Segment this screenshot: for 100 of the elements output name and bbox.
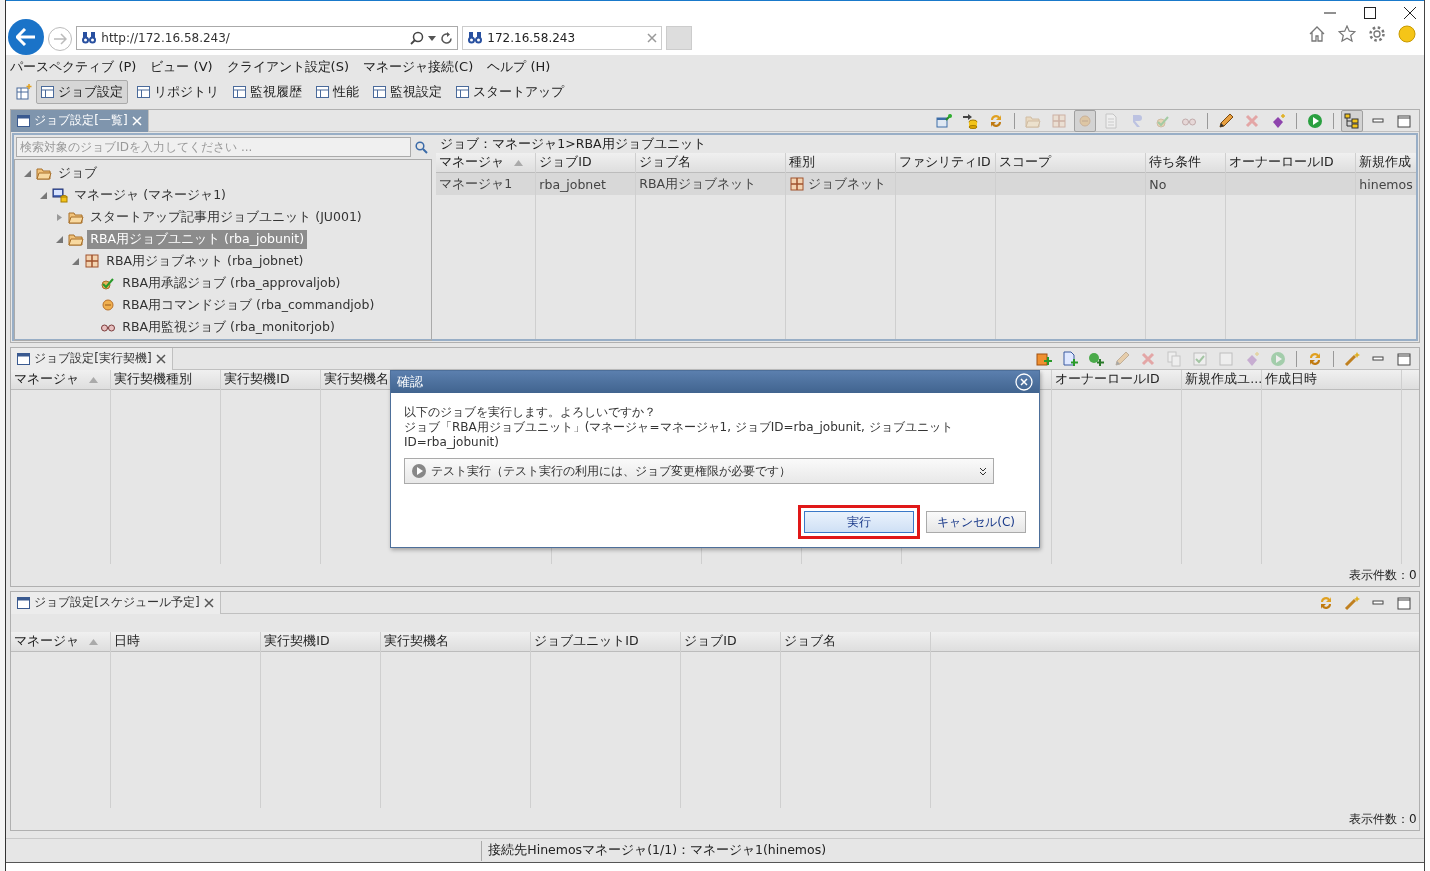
perspective-button[interactable]: スタートアップ <box>451 80 570 104</box>
database-arrow-icon[interactable] <box>961 112 978 129</box>
plus-square-icon[interactable] <box>1035 350 1052 367</box>
tree-item[interactable]: マネージャ (マネージャ1) <box>71 185 229 205</box>
menu-item[interactable]: パースペクティブ (P) <box>10 58 137 74</box>
item-count: 表示件数：0 <box>1349 810 1417 828</box>
grid-icon <box>84 253 101 269</box>
column-header[interactable]: ジョブ名 <box>636 153 786 173</box>
circle-icon <box>100 297 117 313</box>
column-header[interactable]: 新規作成ユ... <box>1182 370 1262 390</box>
column-header[interactable]: スコープ <box>996 153 1146 173</box>
collapse-icon[interactable] <box>71 257 79 265</box>
page-plus-icon[interactable] <box>1061 350 1078 367</box>
browser-tab[interactable]: 172.16.58.243 <box>462 26 663 50</box>
table-icon <box>233 86 247 98</box>
folder-icon <box>36 165 53 181</box>
view-tab[interactable]: ジョブ設定[実行契機] <box>11 347 173 370</box>
wand-icon[interactable] <box>1343 594 1360 611</box>
column-header[interactable]: 実行契機名 <box>381 632 531 652</box>
table-cell: hinemos <box>1356 173 1416 195</box>
grid-icon <box>789 176 806 192</box>
column-header[interactable]: マネージャ <box>11 632 111 652</box>
collapse-icon[interactable] <box>39 191 47 199</box>
forward-button[interactable] <box>48 27 73 51</box>
perspective-button[interactable]: 監視履歴 <box>228 80 308 104</box>
perspective-button[interactable]: リポジトリ <box>132 80 225 104</box>
back-button[interactable] <box>8 19 45 55</box>
expand-icon[interactable] <box>55 213 63 221</box>
menu-item[interactable]: マネージャ接続(C) <box>363 58 474 74</box>
double-caret-icon <box>979 466 987 476</box>
close-icon[interactable] <box>155 353 166 364</box>
status-text: 接続先Hinemosマネージャ(1/1)：マネージャ1(hinemos) <box>487 842 827 859</box>
back-arrow-icon <box>16 28 37 46</box>
star-icon[interactable] <box>1337 25 1356 43</box>
plus-circle-icon[interactable] <box>1087 350 1104 367</box>
column-header[interactable]: 実行契機ID <box>221 370 321 390</box>
column-header[interactable]: 新規作成 <box>1356 153 1416 173</box>
tree-item[interactable]: スタートアップ記事用ジョブユニット (JU001) <box>87 207 365 227</box>
tree-item[interactable]: RBA用監視ジョブ (rba_monitorjob) <box>119 317 338 337</box>
tree-item[interactable]: RBA用承認ジョブ (rba_approvaljob) <box>119 273 344 293</box>
tree-item[interactable]: ジョブ <box>55 163 101 183</box>
dialog-title: 確認 <box>397 373 424 391</box>
emoji-icon[interactable] <box>1397 25 1416 43</box>
column-header[interactable]: 待ち条件 <box>1146 153 1226 173</box>
menu-item[interactable]: ビュー (V) <box>150 58 213 74</box>
table-icon <box>316 86 330 98</box>
perspective-button[interactable]: 監視設定 <box>368 80 448 104</box>
column-header[interactable]: ジョブID <box>536 153 636 173</box>
perspective-button[interactable]: 性能 <box>311 80 365 104</box>
column-header[interactable]: ジョブID <box>681 632 781 652</box>
folder-icon <box>68 209 85 225</box>
server-icon <box>52 187 69 203</box>
collapse-icon[interactable] <box>55 235 63 243</box>
new-tab-button[interactable] <box>666 26 693 50</box>
mode-dropdown[interactable]: テスト実行（テスト実行の利用には、ジョブ変更権限が必要です） <box>404 458 994 484</box>
cell-text: ジョブネット <box>808 175 887 193</box>
column-header[interactable]: 実行契機ID <box>261 632 381 652</box>
column-header[interactable]: ジョブユニットID <box>531 632 681 652</box>
caret-icon[interactable] <box>428 35 437 41</box>
forward-arrow-icon <box>53 33 68 45</box>
play-icon[interactable] <box>1306 112 1323 129</box>
search-field[interactable]: 検索対象のジョブIDを入力してください ... <box>16 137 412 157</box>
binoculars-icon <box>81 30 98 46</box>
open-perspective-icon[interactable] <box>16 84 33 100</box>
column-header[interactable]: マネージャ <box>436 153 536 173</box>
column-header[interactable]: オーナーロールID <box>1226 153 1356 173</box>
wand-icon[interactable] <box>1343 350 1360 367</box>
close-icon[interactable] <box>203 597 214 608</box>
column-header[interactable]: 種別 <box>786 153 896 173</box>
cancel-button[interactable]: キャンセル(C) <box>926 511 1026 533</box>
column-header[interactable]: ジョブ名 <box>781 632 931 652</box>
menu-item[interactable]: クライアント設定(S) <box>226 58 349 74</box>
run-button[interactable]: 実行 <box>804 511 915 533</box>
column-header[interactable]: 実行契機種別 <box>111 370 221 390</box>
maximize-icon[interactable] <box>1363 7 1376 19</box>
column-header[interactable]: 日時 <box>111 632 261 652</box>
binoculars-icon <box>467 30 484 46</box>
column-header[interactable]: オーナーロールID <box>1052 370 1182 390</box>
search-icon[interactable] <box>415 140 429 154</box>
dialog-message: 以下のジョブを実行します。よろしいですか？ <box>404 405 657 420</box>
home-icon[interactable] <box>1307 25 1326 43</box>
table-cell: No <box>1146 173 1226 195</box>
window-pin-icon[interactable] <box>935 112 952 129</box>
search-icon[interactable] <box>410 31 425 45</box>
view-icon <box>17 596 31 609</box>
tree-item[interactable]: RBA用コマンドジョブ (rba_commandjob) <box>119 295 378 315</box>
refresh-icon[interactable] <box>440 31 454 45</box>
column-header[interactable]: 作成日時 <box>1262 370 1402 390</box>
column-header[interactable]: ファシリティID <box>896 153 996 173</box>
item-count: 表示件数：0 <box>1349 566 1417 584</box>
address-bar[interactable]: http://172.16.58.243/ <box>76 26 459 50</box>
perspective-button[interactable]: ジョブ設定 <box>36 80 129 104</box>
column-header[interactable]: マネージャ <box>11 370 111 390</box>
close-icon[interactable] <box>1403 7 1416 19</box>
tree-item[interactable]: RBA用ジョブネット (rba_jobnet) <box>103 251 307 271</box>
view-tab[interactable]: ジョブ設定[スケジュール予定] <box>11 591 221 614</box>
settings-icon[interactable] <box>1367 25 1386 43</box>
menu-item[interactable]: ヘルプ (H) <box>487 58 551 74</box>
pencil-icon[interactable] <box>1217 112 1234 129</box>
collapse-icon[interactable] <box>23 169 31 177</box>
